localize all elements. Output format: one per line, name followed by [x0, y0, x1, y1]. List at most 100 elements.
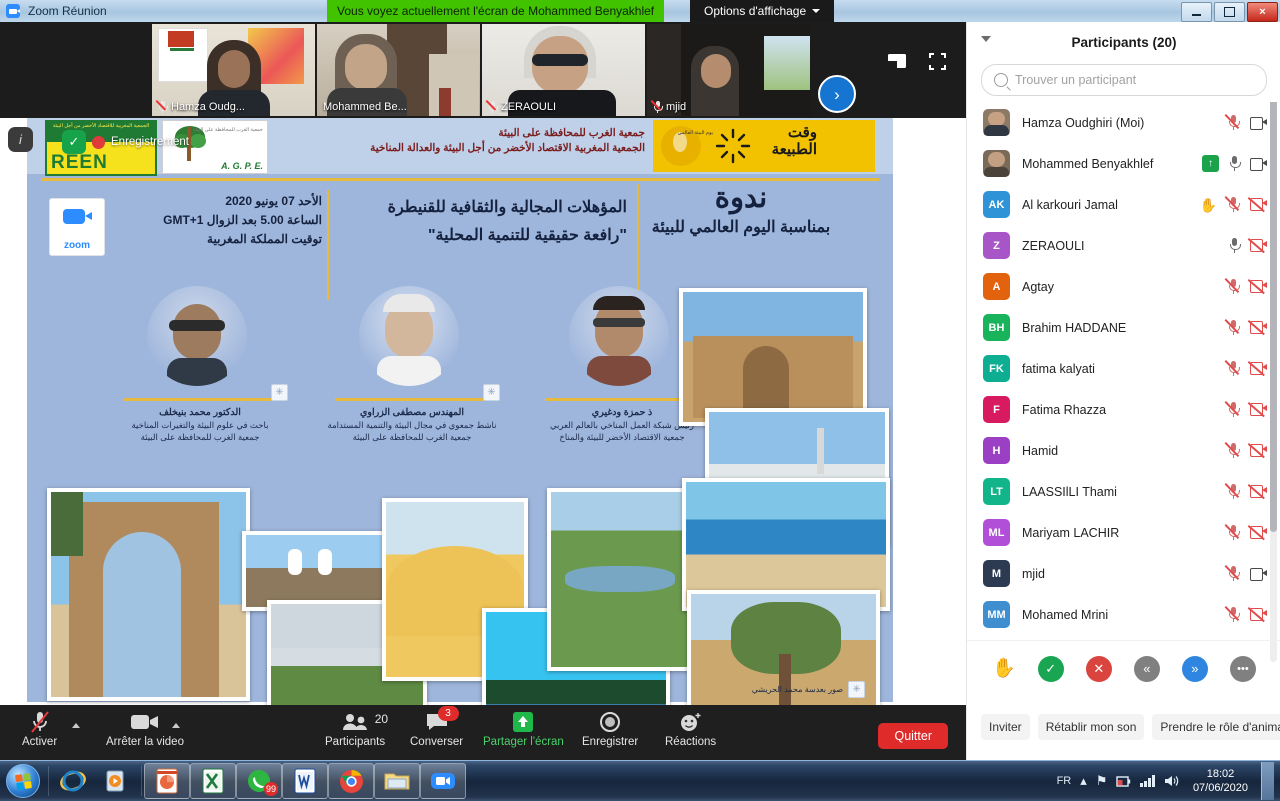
participants-label: Participants [325, 736, 386, 748]
share-screen-button[interactable]: Partager l'écran [483, 710, 564, 756]
faster-icon[interactable]: » [1181, 655, 1208, 682]
video-options-chevron-icon[interactable] [172, 723, 180, 728]
raise-hand-icon[interactable]: ✋ [992, 659, 1016, 678]
minimize-button[interactable] [1181, 2, 1212, 22]
mic-muted-icon[interactable] [1224, 278, 1240, 294]
participant-row[interactable]: M mjid [967, 553, 1280, 594]
camera-off-icon[interactable] [1247, 279, 1267, 294]
unmute-me-button[interactable]: Rétablir mon son [1037, 714, 1145, 740]
event-title: ندوة بمناسبة اليوم العالمي للبيئة [611, 180, 871, 240]
video-thumbnail[interactable]: ZERAOULI [482, 24, 645, 116]
file-explorer-icon[interactable] [374, 763, 420, 799]
reactions-button[interactable]: Réactions [665, 710, 716, 756]
panel-scrollbar-thumb[interactable] [1270, 102, 1277, 532]
speaker-icon[interactable] [1164, 774, 1180, 788]
word-icon[interactable] [282, 763, 328, 799]
powerpoint-icon[interactable] [144, 763, 190, 799]
language-indicator[interactable]: FR [1057, 775, 1072, 787]
zoom-icon[interactable] [420, 763, 466, 799]
participant-row[interactable]: AK Al karkouri Jamal ✋ [967, 184, 1280, 225]
whatsapp-icon[interactable]: 99 [236, 763, 282, 799]
mic-muted-icon[interactable] [1224, 524, 1240, 540]
mic-options-chevron-icon[interactable] [72, 723, 80, 728]
mic-muted-icon[interactable] [1224, 565, 1240, 581]
mic-muted-icon[interactable] [1224, 483, 1240, 499]
internet-explorer-icon[interactable] [51, 764, 95, 798]
chevron-down-icon[interactable] [981, 36, 991, 42]
participant-row[interactable]: FK fatima kalyati [967, 348, 1280, 389]
participant-row[interactable]: LT LAASSIlLI Thami [967, 471, 1280, 512]
mic-muted-icon[interactable] [1224, 196, 1240, 212]
minimize-view-icon[interactable] [886, 50, 908, 72]
mic-on-icon[interactable] [1229, 156, 1241, 171]
participant-name: Mohammed Be... [323, 101, 407, 113]
next-page-button[interactable]: › [818, 75, 856, 113]
camera-off-icon[interactable] [1247, 238, 1267, 253]
participant-row[interactable]: Hamza Oudghiri (Moi) [967, 102, 1280, 143]
windows-start-orb[interactable] [0, 762, 46, 800]
search-participant-field[interactable]: Trouver un participant [981, 64, 1267, 96]
participants-button[interactable]: 20 Participants [325, 710, 388, 756]
no-cross-icon[interactable]: ✕ [1085, 655, 1112, 682]
camera-off-icon[interactable] [1247, 402, 1267, 417]
participant-list[interactable]: Hamza Oudghiri (Moi) Mohammed Benyakhlef… [967, 102, 1280, 666]
taskbar-clock[interactable]: 18:02 07/06/2020 [1189, 767, 1252, 795]
mic-muted-icon[interactable] [1224, 442, 1240, 458]
mute-button[interactable]: Activer [22, 710, 57, 756]
video-thumbnail[interactable]: mjid [647, 24, 810, 116]
camera-off-icon[interactable] [1247, 525, 1267, 540]
chat-button[interactable]: 3 Converser [410, 706, 463, 756]
speaker-role-2: جمعية الاقتصاد الأخضر للبيئة والمناخ [559, 432, 685, 442]
mic-muted-icon[interactable] [1224, 360, 1240, 376]
mic-on-icon[interactable] [1229, 238, 1241, 253]
panel-header: Participants (20) [967, 22, 1280, 62]
media-player-icon[interactable] [95, 764, 139, 798]
record-button[interactable]: Enregistrer [582, 710, 638, 756]
video-button[interactable]: Arrêter la video [106, 710, 184, 756]
camera-off-icon[interactable] [1247, 443, 1267, 458]
more-options-icon[interactable]: ••• [1229, 655, 1256, 682]
camera-on-icon[interactable] [1250, 157, 1267, 171]
video-thumbnail[interactable]: Hamza Oudg... [152, 24, 315, 116]
info-icon[interactable]: i [8, 127, 33, 152]
camera-off-icon[interactable] [1247, 484, 1267, 499]
camera-off-icon[interactable] [1247, 607, 1267, 622]
camera-off-icon[interactable] [1247, 197, 1267, 212]
mic-muted-icon[interactable] [1224, 114, 1240, 130]
slower-icon[interactable]: « [1133, 655, 1160, 682]
camera-on-icon[interactable] [1250, 567, 1267, 581]
participant-row[interactable]: Mohammed Benyakhlef ↑ [967, 143, 1280, 184]
view-options-button[interactable]: Options d'affichage [690, 0, 835, 22]
close-button[interactable]: × [1247, 2, 1278, 22]
camera-off-icon[interactable] [1247, 361, 1267, 376]
participant-row[interactable]: A Agtay [967, 266, 1280, 307]
mic-muted-icon[interactable] [1224, 401, 1240, 417]
network-bars-icon[interactable] [1140, 775, 1155, 787]
chevron-up-icon[interactable]: ▴ [1080, 773, 1087, 789]
yes-check-icon[interactable]: ✓ [1037, 655, 1064, 682]
action-center-flag-icon[interactable]: ⚑ [1096, 773, 1108, 789]
show-desktop-button[interactable] [1261, 762, 1274, 800]
participant-row[interactable]: ML Mariyam LACHIR [967, 512, 1280, 553]
avatar: A [983, 273, 1010, 300]
mic-muted-icon[interactable] [1224, 606, 1240, 622]
invite-button[interactable]: Inviter [981, 714, 1030, 740]
collage-photo [242, 531, 388, 611]
chrome-icon[interactable] [328, 763, 374, 799]
participant-row[interactable]: Z ZERAOULI [967, 225, 1280, 266]
camera-off-icon[interactable] [1247, 320, 1267, 335]
excel-icon[interactable] [190, 763, 236, 799]
participant-row[interactable]: H Hamid [967, 430, 1280, 471]
leave-meeting-button[interactable]: Quitter [878, 723, 948, 749]
maximize-button[interactable] [1214, 2, 1245, 22]
fullscreen-icon[interactable] [926, 50, 948, 72]
participant-row[interactable]: BH Brahim HADDANE [967, 307, 1280, 348]
participant-row[interactable]: MM Mohamed Mrini [967, 594, 1280, 635]
camera-on-icon[interactable] [1250, 116, 1267, 130]
claim-host-button[interactable]: Prendre le rôle d'animateur [1152, 714, 1280, 740]
participant-name: Fatima Rhazza [1022, 402, 1107, 417]
battery-icon[interactable] [1116, 775, 1131, 788]
participant-row[interactable]: F Fatima Rhazza [967, 389, 1280, 430]
video-thumbnail[interactable]: Mohammed Be... [317, 24, 480, 116]
mic-muted-icon[interactable] [1224, 319, 1240, 335]
